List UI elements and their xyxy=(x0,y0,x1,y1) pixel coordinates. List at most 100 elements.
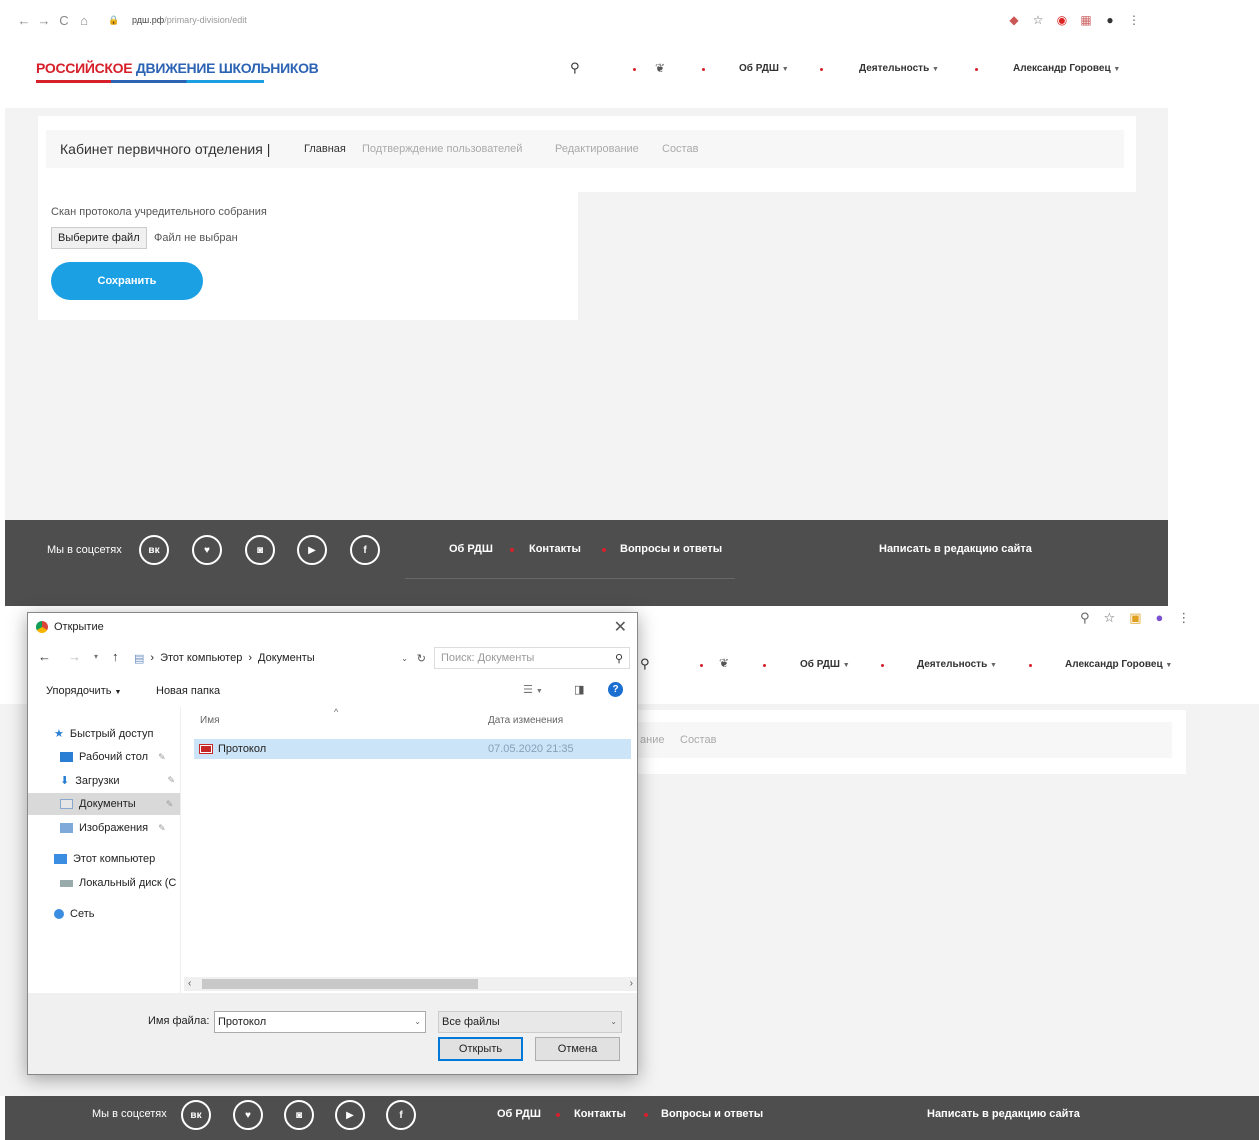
site-logo[interactable]: РОССИЙСКОЕ ДВИЖЕНИЕ ШКОЛЬНИКОВ xyxy=(36,60,319,76)
sidebar-item-label: Сеть xyxy=(70,908,95,920)
nav-activity[interactable]: Деятельность ▼ xyxy=(859,63,939,74)
sidebar-item-pictures[interactable]: Изображения ✎ xyxy=(60,822,166,834)
horizontal-scrollbar[interactable]: ‹ › xyxy=(184,977,637,991)
column-date[interactable]: Дата изменения xyxy=(488,715,563,726)
scroll-thumb[interactable] xyxy=(202,979,478,989)
sidebar-item-downloads[interactable]: ⬇ Загрузки ✎ xyxy=(60,774,175,788)
filename-input[interactable]: Протокол ⌄ xyxy=(214,1011,426,1033)
footer-write-link[interactable]: Написать в редакцию сайта xyxy=(927,1108,1080,1120)
footer-write-link[interactable]: Написать в редакцию сайта xyxy=(879,543,1032,555)
search-icon[interactable]: ⚲ xyxy=(1080,610,1090,626)
save-button[interactable]: Сохранить xyxy=(51,262,203,300)
footer-link-about[interactable]: Об РДШ xyxy=(449,543,493,555)
avatar[interactable]: ● xyxy=(1155,610,1163,626)
facebook-icon[interactable]: f xyxy=(350,535,380,565)
new-folder-button[interactable]: Новая папка xyxy=(156,685,220,697)
help-icon[interactable]: ? xyxy=(608,682,623,697)
footer-link-about[interactable]: Об РДШ xyxy=(497,1108,541,1120)
tab-members[interactable]: Состав xyxy=(662,143,698,155)
back-icon[interactable]: ← xyxy=(38,649,51,664)
forward-icon[interactable]: → xyxy=(68,649,81,664)
breadcrumb-documents[interactable]: Документы xyxy=(258,652,315,664)
instagram-icon[interactable]: ◙ xyxy=(284,1100,314,1130)
address-bar[interactable]: рдш.рф/primary-division/edit xyxy=(132,15,247,25)
search-input[interactable]: Поиск: Документы ⚲ xyxy=(434,647,630,669)
sidebar-item-documents[interactable]: Документы ✎ xyxy=(60,798,173,810)
nav-user[interactable]: Александр Горовец ▼ xyxy=(1013,63,1120,74)
choose-file-button[interactable]: Выберите файл xyxy=(51,227,147,249)
search-icon[interactable]: ⚲ xyxy=(570,60,580,76)
footer-link-faq[interactable]: Вопросы и ответы xyxy=(661,1108,763,1120)
scroll-left-icon[interactable]: ‹ xyxy=(188,978,191,989)
chevron-down-icon: ⌄ xyxy=(610,1017,617,1026)
tab-main[interactable]: Главная xyxy=(304,143,346,155)
youtube-icon[interactable]: ▶ xyxy=(297,535,327,565)
preview-pane-icon[interactable]: ◨ xyxy=(574,683,584,696)
chevron-down-icon[interactable]: ⌄ xyxy=(414,1012,421,1032)
sidebar-item-this-pc[interactable]: Этот компьютер xyxy=(54,853,155,865)
sidebar-item-desktop[interactable]: Рабочий стол ✎ xyxy=(60,751,166,763)
facebook-icon[interactable]: f xyxy=(386,1100,416,1130)
sidebar-item-local-disk[interactable]: Локальный диск (C xyxy=(60,877,176,889)
menu-icon[interactable]: ⋮ xyxy=(1177,610,1190,626)
search-icon[interactable]: ⚲ xyxy=(640,656,650,672)
open-button[interactable]: Открыть xyxy=(438,1037,523,1061)
nav-about[interactable]: Об РДШ ▼ xyxy=(800,659,850,670)
close-icon[interactable]: ✕ xyxy=(614,617,627,637)
up-icon[interactable]: ↑ xyxy=(112,649,119,664)
documents-icon xyxy=(60,799,73,809)
tab-edit[interactable]: ание xyxy=(640,734,664,746)
tab-members[interactable]: Состав xyxy=(680,734,716,746)
star-icon[interactable]: ☆ xyxy=(1104,610,1116,626)
nav-about[interactable]: Об РДШ ▼ xyxy=(739,63,789,74)
instagram-icon[interactable]: ◙ xyxy=(245,535,275,565)
reload-icon[interactable]: C xyxy=(54,10,74,30)
file-type-select[interactable]: Все файлы ⌄ xyxy=(438,1011,622,1033)
content-area: Кабинет первичного отделения | Главная П… xyxy=(5,108,1168,520)
view-options-icon[interactable]: ☰ ▼ xyxy=(523,683,543,696)
cancel-button[interactable]: Отмена xyxy=(535,1037,620,1061)
twitter-icon[interactable]: ♥ xyxy=(192,535,222,565)
logo-icon[interactable]: ❦ xyxy=(655,61,665,75)
extension-icon[interactable]: ◆ xyxy=(1006,12,1022,28)
site-header: РОССИЙСКОЕ ДВИЖЕНИЕ ШКОЛЬНИКОВ ⚲ ❦ Об РД… xyxy=(0,38,1168,108)
menu-icon[interactable]: ⋮ xyxy=(1126,12,1142,28)
address-path[interactable]: ▤ › Этот компьютер › Документы ⌄ ↻ xyxy=(134,647,428,669)
file-name: Протокол xyxy=(218,743,267,755)
tab-confirm-users[interactable]: Подтверждение пользователей xyxy=(362,143,522,155)
logo-icon[interactable]: ❦ xyxy=(719,656,729,670)
avatar[interactable]: ● xyxy=(1102,12,1118,28)
extension-icon[interactable]: ▣ xyxy=(1129,610,1141,626)
youtube-icon[interactable]: ▶ xyxy=(335,1100,365,1130)
refresh-icon[interactable]: ↻ xyxy=(417,652,426,665)
footer-link-contacts[interactable]: Контакты xyxy=(574,1108,626,1120)
vk-icon[interactable]: вк xyxy=(181,1100,211,1130)
dialog-title-bar: Открытие xyxy=(36,621,104,633)
tab-edit[interactable]: Редактирование xyxy=(555,143,639,155)
sidebar-item-network[interactable]: Сеть xyxy=(54,908,94,920)
nav-activity[interactable]: Деятельность ▼ xyxy=(917,659,997,670)
footer-link-contacts[interactable]: Контакты xyxy=(529,543,581,555)
extension-icon[interactable]: ◉ xyxy=(1054,12,1070,28)
file-row[interactable]: Протокол 07.05.2020 21:35 xyxy=(194,739,631,759)
file-type-value: Все файлы xyxy=(442,1016,500,1028)
sidebar-item-label: Этот компьютер xyxy=(73,853,156,865)
sidebar-item-label: Локальный диск (C xyxy=(79,877,177,889)
column-name[interactable]: Имя xyxy=(200,715,219,726)
extension-icon[interactable]: ▦ xyxy=(1078,12,1094,28)
twitter-icon[interactable]: ♥ xyxy=(233,1100,263,1130)
star-icon[interactable]: ☆ xyxy=(1030,12,1046,28)
breadcrumb-computer[interactable]: Этот компьютер xyxy=(160,652,242,664)
scroll-right-icon[interactable]: › xyxy=(630,978,633,989)
chevron-down-icon[interactable]: ⌄ xyxy=(401,654,408,663)
nav-about-label: Об РДШ xyxy=(800,659,840,670)
footer-link-faq[interactable]: Вопросы и ответы xyxy=(620,543,722,555)
vk-icon[interactable]: вк xyxy=(139,535,169,565)
sidebar-item-quick-access[interactable]: ★ Быстрый доступ xyxy=(54,727,153,741)
nav-user[interactable]: Александр Горовец ▼ xyxy=(1065,659,1172,670)
forward-icon[interactable]: → xyxy=(34,10,54,30)
back-icon[interactable]: ← xyxy=(14,10,34,30)
chevron-down-icon[interactable]: ▾ xyxy=(94,652,98,661)
organize-menu[interactable]: Упорядочить ▼ xyxy=(46,685,121,697)
home-icon[interactable]: ⌂ xyxy=(74,10,94,30)
